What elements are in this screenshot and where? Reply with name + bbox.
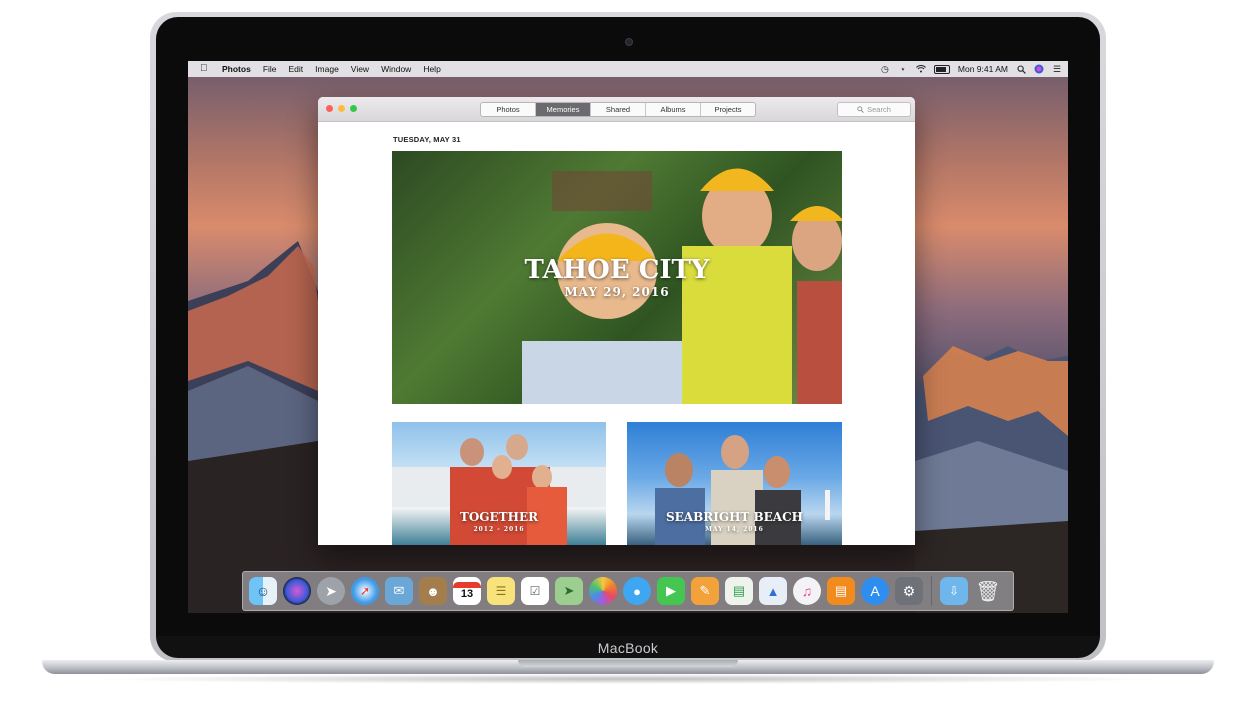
siri-icon[interactable] xyxy=(283,577,311,605)
memory-title: TOGETHER xyxy=(459,510,539,524)
menu-window[interactable]: Window xyxy=(381,64,411,74)
menu-image[interactable]: Image xyxy=(315,64,339,74)
laptop-shadow xyxy=(90,674,1166,684)
safari-icon[interactable]: ➚ xyxy=(351,577,379,605)
camera xyxy=(625,38,633,46)
messages-icon[interactable]: ● xyxy=(623,577,651,605)
finder-icon[interactable]: ☺ xyxy=(249,577,277,605)
dock-separator xyxy=(931,576,932,606)
memory-subtitle: MAY 29, 2016 xyxy=(564,285,670,299)
tab-photos[interactable]: Photos xyxy=(481,103,536,116)
memory-card-seabright-beach[interactable]: SEABRIGHT BEACH MAY 14, 2016 xyxy=(627,422,842,545)
battery-icon[interactable] xyxy=(933,64,950,74)
app-store-icon[interactable]: A xyxy=(861,577,889,605)
photos-icon[interactable] xyxy=(589,577,617,605)
zoom-button[interactable] xyxy=(350,105,357,112)
bluetooth-icon[interactable]: ⋆ xyxy=(898,64,908,74)
photos-window: Photos Memories Shared Albums Projects S… xyxy=(318,97,915,545)
trash-icon[interactable]: 🗑 xyxy=(974,577,1002,605)
tab-shared[interactable]: Shared xyxy=(591,103,646,116)
menu-edit[interactable]: Edit xyxy=(289,64,304,74)
numbers-icon[interactable]: ▤ xyxy=(725,577,753,605)
wifi-icon[interactable] xyxy=(916,64,926,74)
menu-file[interactable]: File xyxy=(263,64,277,74)
minimize-button[interactable] xyxy=(338,105,345,112)
status-menus: ◷ ⋆ Mon 9:41 AM ☰ xyxy=(880,61,1062,77)
view-tabs: Photos Memories Shared Albums Projects xyxy=(480,102,756,117)
close-button[interactable] xyxy=(326,105,333,112)
facetime-icon[interactable]: ▶ xyxy=(657,577,685,605)
itunes-icon[interactable]: ♫ xyxy=(793,577,821,605)
search-icon xyxy=(857,106,864,113)
contacts-icon[interactable]: ☻ xyxy=(419,577,447,605)
calendar-icon[interactable]: 13 xyxy=(453,577,481,605)
dock: ☺ ➤ ➚ ✉ ☻ 13 ☰ ☑ ➤ ● ▶ ✎ ▤ ▲ ♫ ▤ A ⚙ ⇩ 🗑 xyxy=(242,571,1014,611)
lid-notch xyxy=(518,660,738,667)
device-brand: MacBook xyxy=(597,640,659,656)
memory-card-tahoe-city[interactable]: TAHOE CITY MAY 29, 2016 xyxy=(392,151,842,404)
window-titlebar: Photos Memories Shared Albums Projects S… xyxy=(318,97,915,122)
time-machine-icon[interactable]: ◷ xyxy=(880,64,890,74)
system-preferences-icon[interactable]: ⚙ xyxy=(895,577,923,605)
menu-bar:  Photos File Edit Image View Window Hel… xyxy=(188,61,1068,77)
menu-app-name[interactable]: Photos xyxy=(222,64,251,74)
apple-icon[interactable]:  xyxy=(200,64,210,74)
mail-icon[interactable]: ✉ xyxy=(385,577,413,605)
tab-memories[interactable]: Memories xyxy=(536,103,591,116)
spotlight-icon[interactable] xyxy=(1016,64,1026,74)
menu-clock[interactable]: Mon 9:41 AM xyxy=(958,64,1008,74)
search-field[interactable]: Search xyxy=(837,102,911,117)
reminders-icon[interactable]: ☑ xyxy=(521,577,549,605)
search-placeholder: Search xyxy=(867,105,891,114)
memory-card-together[interactable]: TOGETHER 2012 - 2016 xyxy=(392,422,606,545)
launchpad-icon[interactable]: ➤ xyxy=(317,577,345,605)
pages-icon[interactable]: ✎ xyxy=(691,577,719,605)
section-date: TUESDAY, MAY 31 xyxy=(393,135,461,144)
memory-title: SEABRIGHT BEACH xyxy=(665,510,804,524)
menu-help[interactable]: Help xyxy=(423,64,440,74)
tab-projects[interactable]: Projects xyxy=(701,103,755,116)
memory-subtitle: 2012 - 2016 xyxy=(473,526,525,533)
downloads-folder-icon[interactable]: ⇩ xyxy=(940,577,968,605)
memory-subtitle: MAY 14, 2016 xyxy=(705,526,764,533)
desktop-screen:  Photos File Edit Image View Window Hel… xyxy=(188,61,1068,613)
keynote-icon[interactable]: ▲ xyxy=(759,577,787,605)
maps-icon[interactable]: ➤ xyxy=(555,577,583,605)
calendar-day: 13 xyxy=(460,588,474,600)
ibooks-icon[interactable]: ▤ xyxy=(827,577,855,605)
tab-albums[interactable]: Albums xyxy=(646,103,701,116)
menu-view[interactable]: View xyxy=(351,64,369,74)
notification-center-icon[interactable]: ☰ xyxy=(1052,64,1062,74)
notes-icon[interactable]: ☰ xyxy=(487,577,515,605)
siri-icon[interactable] xyxy=(1034,64,1044,74)
memory-title: TAHOE CITY xyxy=(524,255,710,285)
